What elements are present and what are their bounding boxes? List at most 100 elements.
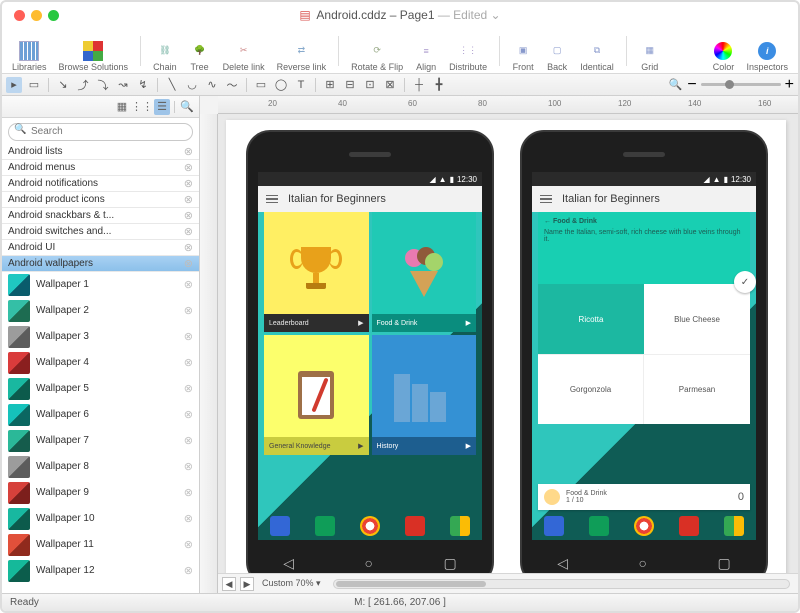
close-icon[interactable]: ⊗ [184, 538, 193, 551]
zoom-plus[interactable]: + [785, 76, 794, 94]
distribute-button[interactable]: ⋮⋮Distribute [445, 30, 491, 72]
horizontal-scrollbar[interactable] [333, 579, 790, 589]
close-icon[interactable]: ⊗ [184, 356, 193, 369]
check-fab[interactable]: ✓ [734, 271, 756, 293]
close-icon[interactable]: ⊗ [184, 177, 193, 190]
rect-tool[interactable]: ▭ [253, 77, 269, 93]
pointer-tool[interactable]: ▸ [6, 77, 22, 93]
close-icon[interactable]: ⊗ [184, 161, 193, 174]
dock-icon[interactable] [679, 516, 699, 536]
hamburger-icon[interactable] [540, 195, 552, 204]
cat-android-wallpapers[interactable]: Android wallpapers⊗ [2, 256, 199, 272]
connector-tool-5[interactable]: ↯ [135, 77, 151, 93]
tile-food-drink[interactable]: Food & Drink▶ [372, 212, 477, 332]
cat-android-menus[interactable]: Android menus⊗ [2, 160, 199, 176]
list-item[interactable]: Wallpaper 12⊗ [2, 558, 199, 584]
dock-icon[interactable] [589, 516, 609, 536]
bezier-tool[interactable]: ～ [224, 77, 240, 93]
connector-tool-1[interactable]: ↘ [55, 77, 71, 93]
zoom-out-icon[interactable]: 🔍 [667, 77, 683, 93]
dock-icon[interactable] [360, 516, 380, 536]
close-window[interactable] [14, 10, 25, 21]
zoom-slider[interactable] [701, 83, 781, 86]
snap-tool-2[interactable]: ⊟ [342, 77, 358, 93]
zoom-minus[interactable]: − [687, 76, 696, 94]
close-icon[interactable]: ⊗ [184, 209, 193, 222]
back-icon[interactable]: ◁ [557, 555, 568, 572]
select-tool[interactable]: ▭ [26, 77, 42, 93]
arc-tool[interactable]: ◡ [184, 77, 200, 93]
recents-icon[interactable]: ▢ [718, 555, 731, 572]
dock-icon[interactable] [315, 516, 335, 536]
cat-android-notifications[interactable]: Android notifications⊗ [2, 176, 199, 192]
connector-tool-2[interactable]: ⤴ [75, 77, 91, 93]
prev-page-button[interactable]: ◀ [222, 577, 236, 591]
recents-icon[interactable]: ▢ [444, 555, 457, 572]
close-icon[interactable]: ⊗ [184, 564, 193, 577]
align-button[interactable]: ≡Align [411, 30, 441, 72]
answer-ricotta[interactable]: Ricotta [538, 284, 644, 354]
close-icon[interactable]: ⊗ [184, 434, 193, 447]
list-item[interactable]: Wallpaper 11⊗ [2, 532, 199, 558]
chain-button[interactable]: ⛓Chain [149, 30, 181, 72]
close-icon[interactable]: ⊗ [184, 330, 193, 343]
hamburger-icon[interactable] [266, 195, 278, 204]
answer-gorgonzola[interactable]: Gorgonzola [538, 354, 644, 424]
close-icon[interactable]: ⊗ [184, 257, 193, 270]
quiz-back[interactable]: ← Food & Drink [544, 218, 744, 225]
snap-tool-4[interactable]: ⊠ [382, 77, 398, 93]
tile-leaderboard[interactable]: Leaderboard▶ [264, 212, 369, 332]
tree-button[interactable]: 🌳Tree [185, 30, 215, 72]
phone-mockup-2[interactable]: ◢ ▲ ▮ 12:30 Italian for Beginners [520, 130, 768, 573]
reverse-link-button[interactable]: ⇄Reverse link [273, 30, 331, 72]
close-icon[interactable]: ⊗ [184, 486, 193, 499]
list-item[interactable]: Wallpaper 10⊗ [2, 506, 199, 532]
connector-tool-3[interactable]: ⤵ [95, 77, 111, 93]
inspectors-button[interactable]: iInspectors [742, 30, 792, 72]
zoom-level[interactable]: Custom 70% ▾ [258, 578, 325, 589]
phone-mockup-1[interactable]: ◢ ▲ ▮ 12:30 Italian for Beginners [246, 130, 494, 573]
dock-icon[interactable] [724, 516, 744, 536]
list-item[interactable]: Wallpaper 9⊗ [2, 480, 199, 506]
side-view-large[interactable]: ▦ [114, 99, 130, 115]
text-tool[interactable]: T [293, 77, 309, 93]
delete-link-button[interactable]: ✂Delete link [219, 30, 269, 72]
cat-android-ui[interactable]: Android UI⊗ [2, 240, 199, 256]
page[interactable]: ◢ ▲ ▮ 12:30 Italian for Beginners [226, 120, 786, 573]
list-item[interactable]: Wallpaper 3⊗ [2, 324, 199, 350]
list-item[interactable]: Wallpaper 5⊗ [2, 376, 199, 402]
close-icon[interactable]: ⊗ [184, 304, 193, 317]
close-icon[interactable]: ⊗ [184, 225, 193, 238]
tile-history[interactable]: History▶ [372, 335, 477, 455]
cat-android-switches[interactable]: Android switches and...⊗ [2, 224, 199, 240]
close-icon[interactable]: ⊗ [184, 278, 193, 291]
snap-tool-1[interactable]: ⊞ [322, 77, 338, 93]
home-icon[interactable]: ○ [365, 555, 373, 572]
zoom-window[interactable] [48, 10, 59, 21]
side-view-list[interactable]: ☰ [154, 99, 170, 115]
answer-parmesan[interactable]: Parmesan [644, 354, 750, 424]
rotate-flip-button[interactable]: ⟳Rotate & Flip [347, 30, 407, 72]
close-icon[interactable]: ⊗ [184, 241, 193, 254]
guide-tool-1[interactable]: ┼ [411, 77, 427, 93]
list-item[interactable]: Wallpaper 6⊗ [2, 402, 199, 428]
list-item[interactable]: Wallpaper 1⊗ [2, 272, 199, 298]
minimize-window[interactable] [31, 10, 42, 21]
browse-solutions-button[interactable]: Browse Solutions [55, 30, 133, 72]
connector-tool-4[interactable]: ↝ [115, 77, 131, 93]
identical-button[interactable]: ⧉Identical [576, 30, 618, 72]
dock-icon[interactable] [450, 516, 470, 536]
cat-android-snackbars[interactable]: Android snackbars & t...⊗ [2, 208, 199, 224]
close-icon[interactable]: ⊗ [184, 382, 193, 395]
color-button[interactable]: Color [708, 30, 738, 72]
next-page-button[interactable]: ▶ [240, 577, 254, 591]
side-search-toggle[interactable]: 🔍 [179, 99, 195, 115]
list-item[interactable]: Wallpaper 2⊗ [2, 298, 199, 324]
libraries-button[interactable]: Libraries [8, 30, 51, 72]
back-button[interactable]: ▢Back [542, 30, 572, 72]
list-item[interactable]: Wallpaper 8⊗ [2, 454, 199, 480]
home-icon[interactable]: ○ [639, 555, 647, 572]
back-icon[interactable]: ◁ [283, 555, 294, 572]
canvas-area[interactable]: 2040 6080 100120 140160 ◢ ▲ ▮ [200, 96, 798, 593]
cat-android-lists[interactable]: Android lists⊗ [2, 144, 199, 160]
